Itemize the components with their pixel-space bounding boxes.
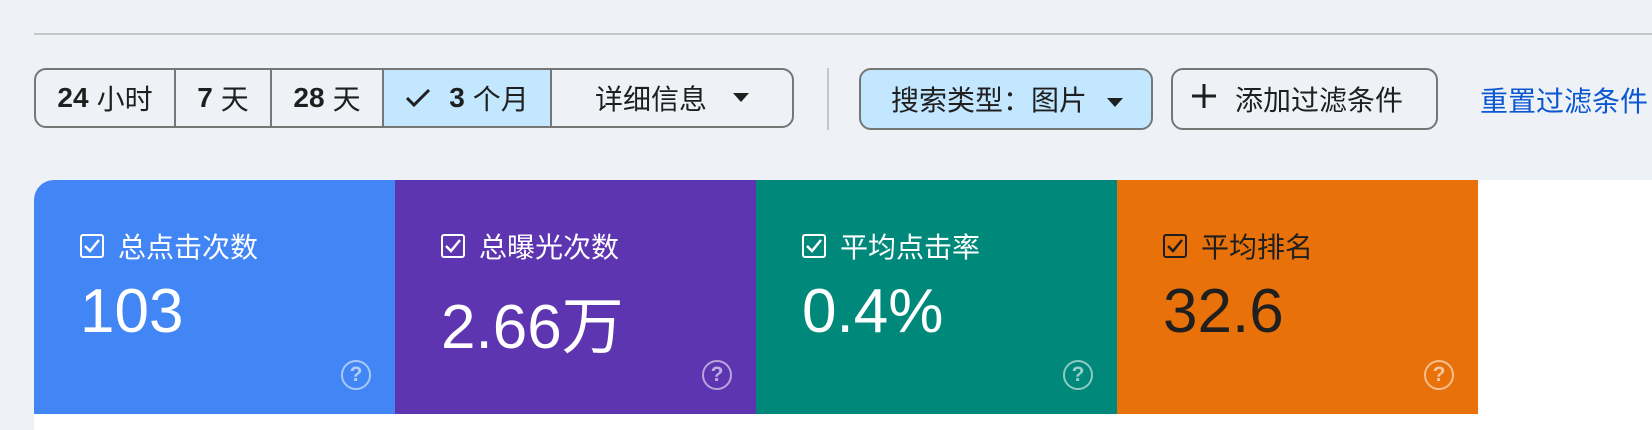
date-option-7d[interactable]: 7 天 — [176, 70, 272, 126]
metric-label-row: 平均排名 — [1163, 226, 1313, 266]
metric-card-total-impressions[interactable]: 总曝光次数 2.66万 ? — [395, 180, 756, 414]
date-option-number: 24 — [57, 82, 89, 113]
date-option-24h[interactable]: 24 小时 — [36, 70, 176, 126]
date-option-unit: 天 — [220, 84, 249, 115]
checkbox-icon[interactable] — [1163, 234, 1187, 258]
date-option-number: 7 — [197, 82, 213, 113]
toolbar-divider — [827, 68, 829, 130]
checkbox-icon[interactable] — [802, 234, 826, 258]
date-option-3m[interactable]: 3 个月 — [384, 70, 552, 126]
date-option-unit: 天 — [332, 84, 361, 115]
add-filter-label: 添加过滤条件 — [1235, 85, 1404, 116]
reset-filters-link[interactable]: 重置过滤条件 — [1480, 80, 1648, 120]
metric-label-row: 平均点击率 — [802, 226, 980, 266]
metric-card-average-ctr[interactable]: 平均点击率 0.4% ? — [756, 180, 1117, 414]
metric-label-row: 总点击次数 — [80, 226, 258, 266]
add-filter-button[interactable]: 添加过滤条件 — [1171, 68, 1438, 130]
search-type-filter-chip[interactable]: 搜索类型：图片 — [859, 68, 1153, 130]
help-icon[interactable]: ? — [1063, 360, 1093, 390]
date-option-unit: 小时 — [96, 84, 153, 115]
search-type-label: 搜索类型：图片 — [891, 85, 1088, 116]
metric-card-total-clicks[interactable]: 总点击次数 103 ? — [34, 180, 395, 414]
more-details-label: 详细信息 — [594, 84, 707, 115]
metric-value: 0.4% — [802, 277, 944, 346]
top-divider — [34, 33, 1652, 35]
date-option-28d[interactable]: 28 天 — [272, 70, 384, 126]
help-icon[interactable]: ? — [702, 360, 732, 390]
help-icon[interactable]: ? — [341, 360, 371, 390]
metric-label: 总点击次数 — [118, 232, 259, 263]
metric-value: 103 — [80, 277, 184, 346]
metric-value: 2.66万 — [441, 293, 624, 362]
metric-label: 平均点击率 — [840, 232, 981, 263]
date-range-selector: 24 小时 7 天 28 天 3 个月 详细信息 — [34, 68, 794, 128]
metric-label: 总曝光次数 — [479, 232, 620, 263]
metric-card-average-position[interactable]: 平均排名 32.6 ? — [1117, 180, 1478, 414]
metric-value: 32.6 — [1163, 277, 1284, 346]
metric-label-row: 总曝光次数 — [441, 226, 619, 266]
arrow-drop-down-icon — [1107, 83, 1124, 115]
arrow-drop-down-icon — [733, 93, 749, 103]
date-option-number: 3 — [449, 82, 465, 113]
checkbox-icon[interactable] — [80, 234, 104, 258]
date-option-number: 28 — [293, 82, 325, 113]
plus-icon — [1191, 83, 1217, 116]
check-icon — [405, 88, 431, 108]
checkbox-icon[interactable] — [441, 234, 465, 258]
more-details-dropdown[interactable]: 详细信息 — [552, 70, 792, 126]
help-icon[interactable]: ? — [1424, 360, 1454, 390]
metric-label: 平均排名 — [1201, 232, 1314, 263]
date-option-unit: 个月 — [472, 84, 529, 115]
